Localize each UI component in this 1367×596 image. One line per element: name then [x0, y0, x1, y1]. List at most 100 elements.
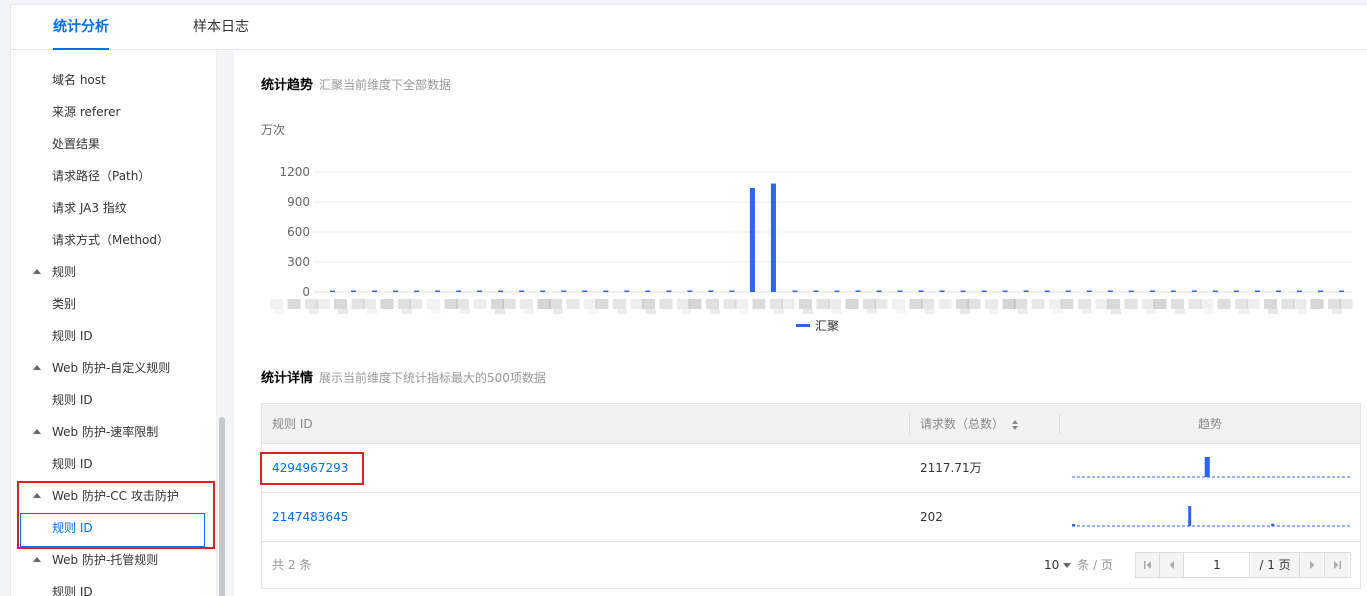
x-tick-label-obscured: [803, 309, 813, 314]
x-tick-label-obscured: [1281, 299, 1295, 309]
chart-bar: [1002, 290, 1008, 292]
chart-bar: [1149, 290, 1155, 292]
x-tick-label-obscured: [688, 299, 702, 309]
sidebar-item[interactable]: 处置结果: [11, 128, 216, 160]
x-tick-label-obscured: [677, 299, 690, 309]
tab-bar: 统计分析 样本日志: [11, 5, 1367, 50]
x-tick-label-obscured: [1235, 299, 1248, 309]
next-page-button[interactable]: [1299, 553, 1323, 577]
x-tick-label-obscured: [398, 299, 411, 309]
prev-page-button[interactable]: [1160, 553, 1184, 577]
sidebar-group[interactable]: Web 防护-自定义规则: [11, 352, 216, 384]
chart-bar: [1044, 290, 1050, 292]
legend-swatch: [796, 324, 810, 327]
x-tick-label-obscured: [956, 299, 969, 309]
x-tick-label-obscured: [1053, 309, 1063, 314]
chart-bar: [1107, 290, 1113, 292]
x-tick-label-obscured: [334, 299, 347, 309]
chart-bar: [645, 290, 651, 292]
x-tick-label-obscured: [1146, 309, 1156, 314]
chart-bar: [876, 290, 882, 292]
sidebar-item[interactable]: 请求路径（Path）: [11, 160, 216, 192]
chart-bar: [477, 290, 483, 292]
pagination: 1 / 1 页: [1135, 552, 1351, 578]
last-page-button[interactable]: [1324, 553, 1348, 577]
chart-bar: [813, 290, 819, 292]
sidebar-item[interactable]: 规则 ID: [11, 576, 216, 596]
x-tick-label-obscured: [473, 299, 487, 309]
x-tick-label-obscured: [553, 309, 563, 314]
sidebar-item[interactable]: 请求方式（Method）: [11, 224, 216, 256]
x-tick-label-obscured: [739, 309, 749, 314]
panel-divider: [226, 51, 234, 596]
x-tick-label-obscured: [431, 309, 441, 314]
table-row: 4294967293 2117.71万: [262, 444, 1360, 493]
chart-bar: [1254, 290, 1260, 292]
x-tick-label-obscured: [1078, 299, 1091, 309]
sidebar-item[interactable]: 类别: [11, 288, 216, 320]
sparkline-bar: [1206, 457, 1210, 477]
x-tick-label-obscured: [1188, 299, 1202, 309]
x-tick-label-obscured: [520, 299, 533, 309]
page-total: / 1 页: [1251, 553, 1299, 577]
chart-bar: [393, 290, 399, 292]
x-tick-label-obscured: [1107, 299, 1120, 309]
col-request-count[interactable]: 请求数（总数）: [920, 404, 1019, 444]
table-footer: 共 2 条 10 条 / 页 1 / 1 页: [262, 542, 1360, 588]
x-tick-label-obscured: [1153, 299, 1167, 309]
chart-bar: [897, 290, 903, 292]
sidebar-group[interactable]: Web 防护-速率限制: [11, 416, 216, 448]
tab-statistics[interactable]: 统计分析: [53, 5, 109, 50]
x-tick-label-obscured: [1239, 309, 1249, 314]
x-tick-label-obscured: [909, 299, 923, 309]
detail-subtitle: 展示当前维度下统计指标最大的500项数据: [319, 371, 546, 385]
x-tick-label-obscured: [549, 299, 562, 309]
x-tick-label-obscured: [309, 309, 319, 314]
x-tick-label-obscured: [287, 299, 301, 309]
sidebar-item[interactable]: 来源 referer: [11, 96, 216, 128]
page-size-select[interactable]: 10 条 / 页: [1044, 542, 1113, 588]
sidebar-item[interactable]: 规则 ID: [11, 448, 216, 480]
x-tick-label-obscured: [723, 299, 737, 309]
chart-bar: [1086, 290, 1092, 292]
chart-bar: [1317, 290, 1323, 292]
x-tick-label-obscured: [681, 309, 691, 314]
y-tick-label: 1200: [279, 165, 310, 179]
chart-bar: [372, 290, 378, 292]
y-tick-label: 600: [287, 225, 310, 239]
col-request-count-label: 请求数（总数）: [920, 417, 1005, 431]
sidebar-item[interactable]: 规则 ID: [11, 384, 216, 416]
x-tick-label-obscured: [735, 299, 748, 309]
chart-bar: [603, 290, 609, 292]
x-tick-label-obscured: [1204, 309, 1214, 314]
first-page-button[interactable]: [1136, 553, 1160, 577]
sidebar-item-label: 来源 referer: [52, 105, 121, 119]
chart-bar: [330, 290, 336, 292]
sidebar-item[interactable]: 规则 ID: [11, 320, 216, 352]
sidebar-group[interactable]: 规则: [11, 256, 216, 288]
x-tick-label-obscured: [874, 299, 888, 309]
sort-icon[interactable]: [1012, 419, 1019, 430]
sparkline: [1072, 506, 1350, 527]
chart-bar: [1170, 290, 1176, 292]
x-tick-label-obscured: [1293, 299, 1306, 309]
x-tick-label-obscured: [502, 299, 516, 309]
page-input[interactable]: 1: [1185, 553, 1250, 577]
rule-id-link[interactable]: 2147483645: [272, 493, 348, 541]
sidebar-item-label: 域名 host: [52, 73, 106, 87]
sidebar-item-label: 请求方式（Method）: [52, 233, 170, 247]
x-tick-label-obscured: [642, 299, 655, 309]
x-tick-label-obscured: [1171, 299, 1184, 309]
page-size-unit: 条 / 页: [1077, 558, 1113, 572]
x-tick-label-obscured: [985, 299, 998, 309]
sidebar-item[interactable]: 域名 host: [11, 64, 216, 96]
chart-bar: [1065, 290, 1071, 292]
table-header: 规则 ID 请求数（总数） 趋势: [262, 404, 1360, 444]
x-tick-label-obscured: [938, 299, 952, 309]
tab-sample-logs[interactable]: 样本日志: [193, 5, 249, 50]
sidebar-item[interactable]: 请求 JA3 指纹: [11, 192, 216, 224]
x-tick-label-obscured: [1124, 299, 1138, 309]
sidebar-scrollbar-thumb[interactable]: [219, 417, 225, 596]
x-tick-label-obscured: [1339, 299, 1353, 309]
x-tick-label-obscured: [925, 309, 935, 314]
